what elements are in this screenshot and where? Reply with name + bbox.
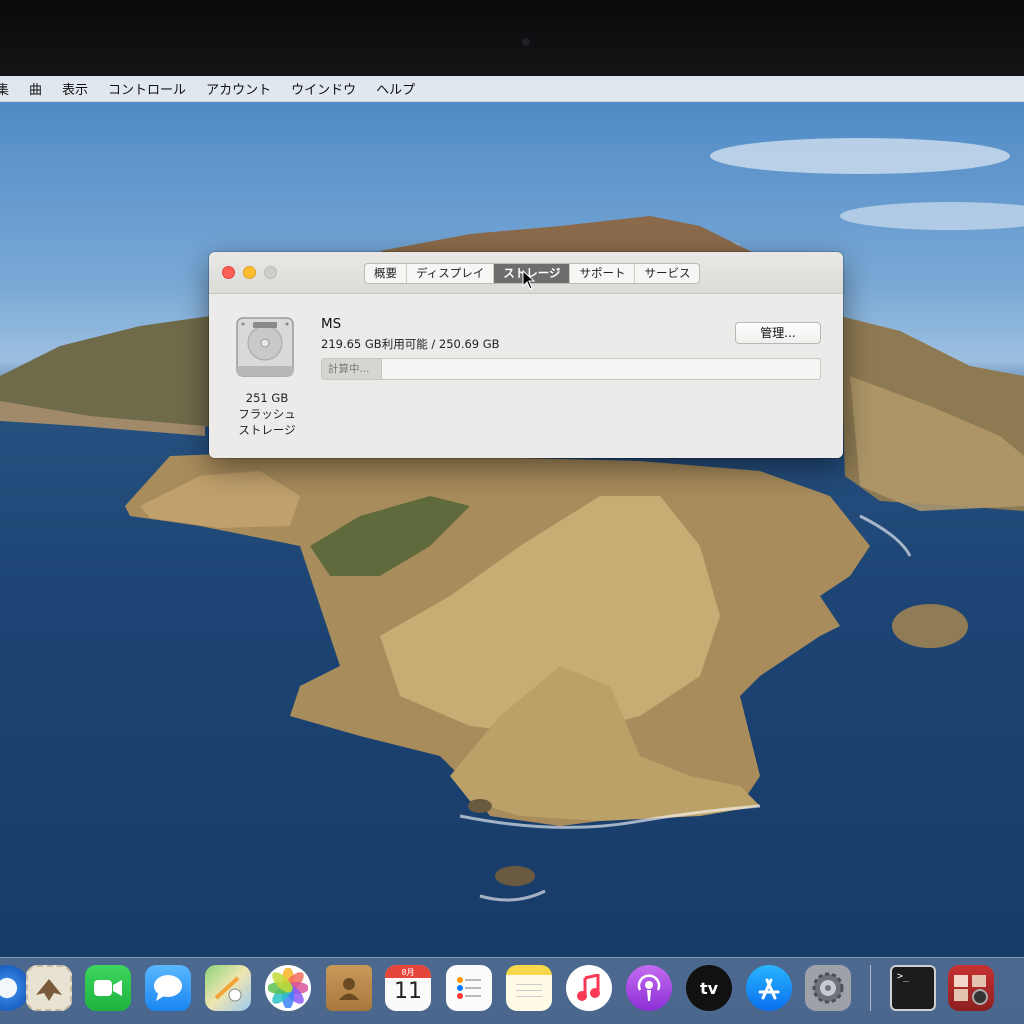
menu-item-view[interactable]: 表示 (52, 79, 98, 98)
messages-icon[interactable] (145, 965, 191, 1011)
desktop-wallpaper (0, 76, 1024, 1024)
photo-booth-icon[interactable] (948, 965, 994, 1011)
reminders-icon[interactable] (446, 965, 492, 1011)
disk-capacity-label: 251 GB (245, 391, 289, 405)
mouse-cursor-icon (522, 270, 536, 290)
terminal-icon[interactable]: >_ (890, 965, 936, 1011)
system-preferences-icon[interactable] (805, 965, 851, 1011)
photos-icon[interactable] (265, 965, 311, 1011)
menu-bar: 集 曲 表示 コントロール アカウント ウインドウ ヘルプ (0, 76, 1024, 102)
menu-item-help[interactable]: ヘルプ (366, 79, 425, 98)
app-store-icon[interactable] (746, 965, 792, 1011)
manage-button[interactable]: 管理... (735, 322, 821, 344)
mail-icon[interactable] (26, 965, 72, 1011)
notes-icon[interactable] (506, 965, 552, 1011)
calendar-month-label: 8月 (401, 968, 415, 977)
menu-item-song[interactable]: 曲 (19, 79, 52, 98)
menu-item-controls[interactable]: コントロール (98, 79, 196, 98)
tab-service[interactable]: サービス (635, 264, 699, 283)
storage-usage-bar: 計算中... (321, 358, 821, 380)
close-button[interactable] (222, 266, 235, 279)
disk-caption: 251 GB フラッシュ ストレージ (219, 390, 315, 438)
zoom-button (264, 266, 277, 279)
calendar-icon[interactable]: 8月 11 (385, 965, 431, 1011)
screen-bezel (0, 0, 1024, 76)
disk-type-label-2: ストレージ (238, 423, 296, 437)
storage-panel: 251 GB フラッシュ ストレージ MS 219.65 GB利用可能 / 25… (209, 294, 843, 458)
facetime-icon[interactable] (85, 965, 131, 1011)
menu-item-edit[interactable]: 集 (0, 79, 19, 98)
tab-displays[interactable]: ディスプレイ (407, 264, 495, 283)
podcasts-icon[interactable] (626, 965, 672, 1011)
camera-icon (522, 38, 530, 46)
tab-support[interactable]: サポート (570, 264, 636, 283)
volume-usage-text: 219.65 GB利用可能 / 250.69 GB (321, 337, 500, 351)
apple-tv-icon[interactable]: tv (686, 965, 732, 1011)
music-icon[interactable] (566, 965, 612, 1011)
menu-item-window[interactable]: ウインドウ (281, 79, 366, 98)
volume-name: MS (321, 316, 342, 332)
contacts-icon[interactable] (326, 965, 372, 1011)
hard-drive-icon (236, 317, 294, 377)
calculating-label: 計算中... (328, 363, 370, 375)
menu-item-account[interactable]: アカウント (196, 79, 281, 98)
dock-divider (870, 965, 871, 1011)
disk-type-label: フラッシュ (238, 407, 296, 421)
tab-overview[interactable]: 概要 (365, 264, 407, 283)
apple-tv-label: tv (699, 978, 719, 998)
maps-icon[interactable] (205, 965, 251, 1011)
calendar-day-label: 11 (394, 979, 422, 1004)
minimize-button[interactable] (243, 266, 256, 279)
